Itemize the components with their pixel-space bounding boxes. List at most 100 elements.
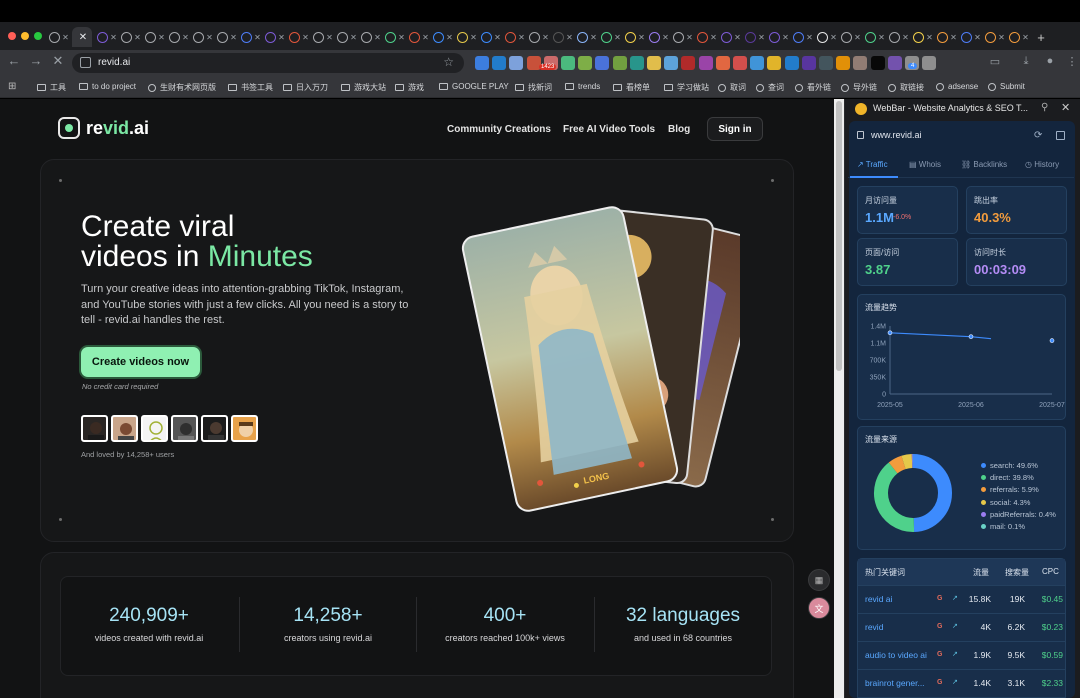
scrollbar-thumb[interactable] bbox=[836, 101, 842, 371]
ext-icon[interactable] bbox=[784, 56, 799, 70]
browser-tab[interactable]: ✕ bbox=[456, 27, 478, 47]
bookmark-6[interactable]: 游戏 bbox=[395, 82, 424, 93]
browser-tab[interactable]: ✕ bbox=[576, 27, 598, 47]
browser-tab[interactable]: ✕ bbox=[792, 27, 814, 47]
close-tab-icon[interactable]: ✕ bbox=[806, 33, 813, 42]
window-icon[interactable] bbox=[1056, 131, 1065, 140]
browser-tab[interactable]: ✕ bbox=[816, 27, 838, 47]
ext-icon[interactable] bbox=[561, 56, 575, 70]
ext-icon[interactable] bbox=[733, 56, 747, 70]
maximize-window-button[interactable] bbox=[34, 32, 42, 40]
google-icon[interactable]: G bbox=[937, 595, 942, 602]
browser-tab[interactable]: ✕ bbox=[984, 27, 1006, 47]
browser-tab[interactable]: ✕ bbox=[432, 27, 454, 47]
close-tab-icon[interactable]: ✕ bbox=[326, 33, 333, 42]
close-tab-icon[interactable]: ✕ bbox=[518, 33, 525, 42]
browser-tab[interactable]: ✕ bbox=[912, 27, 934, 47]
bookmark-10[interactable]: 看榜单 bbox=[613, 82, 650, 93]
keyword-link[interactable]: brainrot gener... bbox=[865, 678, 925, 688]
ext-icon[interactable] bbox=[767, 56, 782, 70]
browser-tab[interactable]: ✕ bbox=[96, 27, 118, 47]
browser-tab[interactable]: ✕ bbox=[192, 27, 214, 47]
bookmark-8[interactable]: 找新词 bbox=[515, 82, 552, 93]
bookmark-0[interactable]: 工具 bbox=[37, 82, 66, 93]
close-tab-icon[interactable]: ✕ bbox=[734, 33, 741, 42]
bookmark-star-icon[interactable]: ☆ bbox=[443, 55, 454, 69]
browser-tab[interactable]: ✕ bbox=[720, 27, 742, 47]
browser-tab[interactable]: ✕ bbox=[552, 27, 574, 47]
close-tab-icon[interactable]: ✕ bbox=[662, 33, 669, 42]
ext-icon[interactable] bbox=[819, 56, 833, 70]
bookmark-18[interactable]: Submit bbox=[988, 82, 1025, 91]
tab-backlinks[interactable]: ⛓ Backlinks bbox=[961, 160, 1007, 169]
bookmark-11[interactable]: 学习做站 bbox=[664, 82, 709, 93]
close-tab-icon[interactable]: ✕ bbox=[710, 33, 717, 42]
donut-slice-referrals[interactable] bbox=[888, 455, 906, 474]
browser-tab[interactable]: ✕ bbox=[648, 27, 670, 47]
close-tab-icon[interactable]: ✕ bbox=[254, 33, 261, 42]
ext-icon[interactable] bbox=[853, 56, 868, 70]
browser-tab[interactable]: ✕ bbox=[312, 27, 334, 47]
close-tab-icon[interactable]: ✕ bbox=[758, 33, 765, 42]
ext-icon[interactable] bbox=[647, 56, 661, 70]
bookmark-5[interactable]: 游戏大站 bbox=[341, 82, 386, 93]
keyword-link[interactable]: revid ai bbox=[865, 594, 892, 604]
close-tab-icon[interactable]: ✕ bbox=[470, 33, 477, 42]
close-panel-button[interactable]: ✕ bbox=[1061, 101, 1070, 114]
tab-traffic[interactable]: ↗ Traffic bbox=[857, 160, 888, 169]
browser-tab[interactable]: ✕ bbox=[264, 27, 286, 47]
google-icon[interactable]: G bbox=[937, 623, 942, 630]
pin-icon[interactable]: ⚲ bbox=[1041, 102, 1048, 113]
close-tab-icon[interactable]: ✕ bbox=[686, 33, 693, 42]
nav-free-ai-video-tools[interactable]: Free AI Video Tools bbox=[563, 124, 655, 135]
translate-icon[interactable]: 文 bbox=[808, 597, 830, 619]
ext-icon[interactable] bbox=[681, 56, 696, 70]
stop-button[interactable]: ✕ bbox=[48, 53, 68, 69]
ext-icon[interactable] bbox=[664, 56, 679, 70]
browser-tab[interactable]: ✕ bbox=[888, 27, 910, 47]
browser-tab[interactable]: ✕ bbox=[1008, 27, 1030, 47]
nav-community-creations[interactable]: Community Creations bbox=[447, 124, 551, 135]
close-window-button[interactable] bbox=[8, 32, 16, 40]
bookmark-9[interactable]: trends bbox=[565, 82, 600, 91]
ext-icon[interactable] bbox=[750, 56, 765, 70]
browser-tab[interactable]: ✕ bbox=[936, 27, 958, 47]
bookmark-1[interactable]: to do project bbox=[79, 82, 136, 91]
close-tab-icon[interactable]: ✕ bbox=[62, 33, 69, 42]
close-tab-icon[interactable]: ✕ bbox=[566, 33, 573, 42]
ext-icon[interactable] bbox=[801, 56, 816, 70]
close-tab-icon[interactable]: ✕ bbox=[494, 33, 501, 42]
close-tab-icon[interactable]: ✕ bbox=[350, 33, 357, 42]
close-tab-icon[interactable]: ✕ bbox=[590, 33, 597, 42]
browser-tab[interactable]: ✕ bbox=[960, 27, 982, 47]
bookmark-7[interactable]: GOOGLE PLAY bbox=[439, 82, 509, 91]
browser-tab[interactable]: ✕ bbox=[216, 27, 238, 47]
browser-tab[interactable]: ✕ bbox=[336, 27, 358, 47]
close-tab-icon[interactable]: ✕ bbox=[782, 33, 789, 42]
close-tab-icon[interactable]: ✕ bbox=[902, 33, 909, 42]
browser-tab[interactable]: ✕ bbox=[168, 27, 190, 47]
ext-icon[interactable] bbox=[870, 56, 885, 70]
browser-tab[interactable]: ✕ bbox=[696, 27, 718, 47]
close-tab-icon[interactable]: ✕ bbox=[614, 33, 621, 42]
browser-tab[interactable]: ✕ bbox=[408, 27, 430, 47]
site-info-icon[interactable] bbox=[80, 57, 91, 68]
forward-button[interactable]: → bbox=[26, 53, 46, 68]
close-tab-icon[interactable]: ✕ bbox=[182, 33, 189, 42]
close-tab-icon[interactable]: ✕ bbox=[134, 33, 141, 42]
close-tab-icon[interactable]: ✕ bbox=[278, 33, 285, 42]
bookmark-15[interactable]: 导外链 bbox=[841, 82, 877, 93]
browser-tab[interactable]: ✕ bbox=[864, 27, 886, 47]
ext-icon[interactable] bbox=[612, 56, 627, 70]
close-tab-icon[interactable]: ✕ bbox=[926, 33, 933, 42]
cast-icon[interactable]: ▭ bbox=[985, 55, 1005, 68]
donut-slice-search[interactable] bbox=[912, 454, 952, 532]
browser-tab[interactable]: ✕ bbox=[768, 27, 790, 47]
tab-history[interactable]: ◷ History bbox=[1025, 160, 1059, 169]
bookmark-13[interactable]: 查词 bbox=[756, 82, 784, 93]
close-tab-icon[interactable]: ✕ bbox=[542, 33, 549, 42]
browser-tab[interactable]: ✕ bbox=[288, 27, 310, 47]
keyword-link[interactable]: revid bbox=[865, 622, 883, 632]
close-tab-icon[interactable]: ✕ bbox=[422, 33, 429, 42]
bookmark-14[interactable]: 看外链 bbox=[795, 82, 831, 93]
